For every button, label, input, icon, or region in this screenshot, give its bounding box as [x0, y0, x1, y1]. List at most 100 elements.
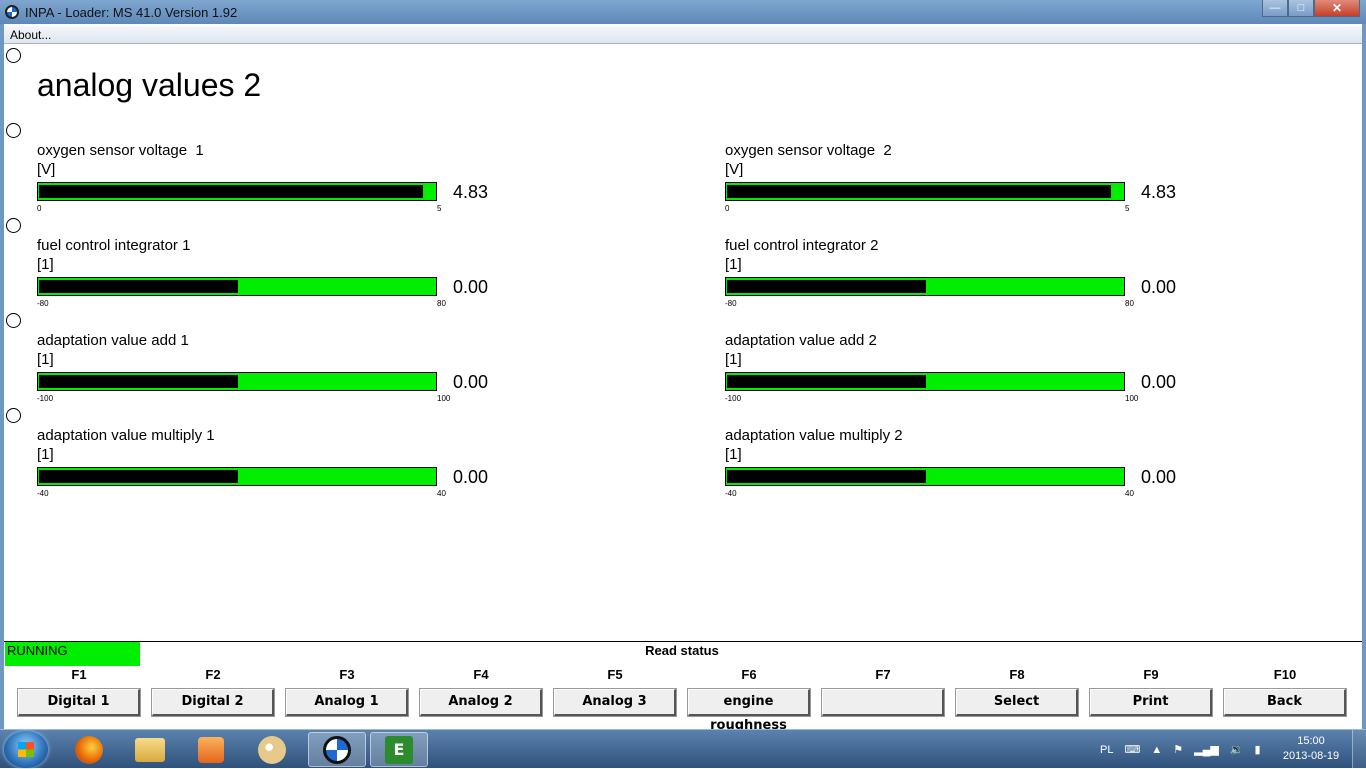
gauge-label: oxygen sensor voltage 2 — [725, 142, 892, 159]
gauge-max: 100 — [1125, 394, 1139, 403]
gauge-label: adaptation value multiply 2 — [725, 427, 903, 444]
taskbar-media-player[interactable] — [182, 732, 240, 767]
gauge-fill — [727, 375, 926, 388]
network-signal-icon[interactable]: ▂▄▆ — [1194, 743, 1219, 756]
show-hidden-icons-arrow-icon[interactable]: ▲ — [1151, 744, 1162, 756]
gauge-bar — [725, 372, 1125, 391]
fkey-label-f7: F7 — [875, 667, 891, 682]
system-tray: PL ⌨ ▲ ⚑ ▂▄▆ 🔉 ▮ — [1100, 730, 1272, 769]
show-desktop-button[interactable] — [1352, 730, 1366, 769]
clock-date: 2013-08-19 — [1282, 750, 1340, 762]
gauge-min: -80 — [37, 299, 49, 308]
keyboard-icon[interactable]: ⌨ — [1124, 743, 1140, 756]
fkey-label-f1: F1 — [71, 667, 87, 682]
gauge-adaptation-value-add-2: adaptation value add 2 [1] -100 100 0.00 — [725, 332, 1205, 422]
gauge-min: -80 — [725, 299, 737, 308]
gauge-fill — [39, 185, 424, 198]
language-indicator[interactable]: PL — [1100, 744, 1113, 756]
gauge-fill — [39, 470, 238, 483]
gauge-max: 5 — [437, 204, 442, 213]
fkey-label-f8: F8 — [1009, 667, 1025, 682]
back-button[interactable]: Back — [1224, 689, 1346, 716]
gauge-bar — [725, 182, 1125, 201]
gauge-max: 40 — [437, 489, 446, 498]
gauge-value: 0.00 — [1141, 372, 1177, 392]
gauge-max: 80 — [1125, 299, 1134, 308]
gauge-unit: [1] — [37, 351, 54, 368]
select-button[interactable]: Select — [956, 689, 1078, 716]
fkey-label-f2: F2 — [205, 667, 221, 682]
radio-button[interactable] — [6, 313, 21, 328]
gauge-bar — [37, 372, 437, 391]
radio-button[interactable] — [6, 48, 21, 63]
minimize-button[interactable]: — — [1262, 0, 1288, 17]
gauge-value: 0.00 — [453, 277, 489, 297]
gauge-max: 40 — [1125, 489, 1134, 498]
window-title: INPA - Loader: MS 41.0 Version 1.92 — [25, 4, 238, 20]
gauge-fuel-control-integrator-1: fuel control integrator 1 [1] -80 80 0.0… — [37, 237, 517, 327]
gauge-label: adaptation value add 1 — [37, 332, 189, 349]
title-bar: INPA - Loader: MS 41.0 Version 1.92 — □ … — [0, 0, 1366, 24]
radio-button[interactable] — [6, 218, 21, 233]
gauge-unit: [1] — [725, 256, 742, 273]
explorer-icon — [135, 737, 165, 762]
gauge-max: 5 — [1125, 204, 1130, 213]
gauge-label: fuel control integrator 1 — [37, 237, 191, 254]
firefox-icon — [75, 735, 103, 764]
gauge-unit: [1] — [37, 446, 54, 463]
gauge-min: -100 — [725, 394, 742, 403]
media-player-icon — [198, 736, 224, 763]
gauge-max: 80 — [437, 299, 446, 308]
bmw-app-icon — [5, 5, 19, 19]
digital-1-button[interactable]: Digital 1 — [18, 689, 140, 716]
gauge-oxygen-sensor-voltage-2: oxygen sensor voltage 2 [V] 0 5 4.83 — [725, 142, 1205, 232]
radio-button[interactable] — [6, 408, 21, 423]
taskbar-inpa[interactable] — [308, 732, 366, 767]
maximize-button[interactable]: □ — [1288, 0, 1314, 17]
print-button[interactable]: Print — [1090, 689, 1212, 716]
gauge-adaptation-value-multiply-1: adaptation value multiply 1 [1] -40 40 0… — [37, 427, 517, 517]
volume-icon[interactable]: 🔉 — [1230, 743, 1244, 756]
gauge-min: -40 — [37, 489, 49, 498]
taskbar-firefox[interactable] — [60, 732, 118, 767]
start-button[interactable] — [4, 731, 48, 768]
gauge-value: 0.00 — [453, 467, 489, 487]
close-button[interactable]: ✕ — [1314, 0, 1360, 17]
gauge-value: 0.00 — [1141, 467, 1177, 487]
action-center-flag-icon[interactable]: ⚑ — [1173, 743, 1183, 756]
running-status-badge: RUNNING — [5, 642, 140, 666]
fkey-label-f10: F10 — [1273, 667, 1297, 682]
gauge-unit: [1] — [37, 256, 54, 273]
taskbar-ediabas[interactable]: E — [370, 732, 428, 767]
analog-1-button[interactable]: Analog 1 — [286, 689, 408, 716]
fkey-label-f6: F6 — [741, 667, 757, 682]
menu-about[interactable]: About... — [4, 26, 57, 44]
taskbar-paint[interactable] — [243, 732, 301, 767]
gauge-bar — [37, 182, 437, 201]
gauge-fill — [727, 185, 1112, 198]
gauge-label: fuel control integrator 2 — [725, 237, 879, 254]
bmw-inpa-icon — [323, 735, 351, 764]
gauge-oxygen-sensor-voltage-1: oxygen sensor voltage 1 [V] 0 5 4.83 — [37, 142, 517, 232]
f7-button[interactable] — [822, 689, 944, 716]
gauge-bar — [725, 277, 1125, 296]
analog-3-button[interactable]: Analog 3 — [554, 689, 676, 716]
digital-2-button[interactable]: Digital 2 — [152, 689, 274, 716]
engine-roughness-button[interactable]: engine roughness — [688, 689, 810, 733]
analog-2-button[interactable]: Analog 2 — [420, 689, 542, 716]
gauge-label: adaptation value multiply 1 — [37, 427, 215, 444]
gauge-bar — [37, 467, 437, 486]
radio-button[interactable] — [6, 123, 21, 138]
gauge-value: 4.83 — [1141, 182, 1177, 202]
menu-bar: About... — [4, 26, 1362, 44]
clock[interactable]: 15:00 2013-08-19 — [1278, 734, 1344, 764]
fkey-label-f3: F3 — [339, 667, 355, 682]
taskbar-explorer[interactable] — [121, 732, 179, 767]
page-title: analog values 2 — [37, 67, 262, 103]
clock-time: 15:00 — [1297, 735, 1325, 747]
gauge-min: 0 — [725, 204, 730, 213]
gauge-value: 4.83 — [453, 182, 489, 202]
status-divider — [4, 641, 1362, 642]
battery-icon[interactable]: ▮ — [1255, 743, 1261, 756]
gauge-fill — [727, 280, 926, 293]
